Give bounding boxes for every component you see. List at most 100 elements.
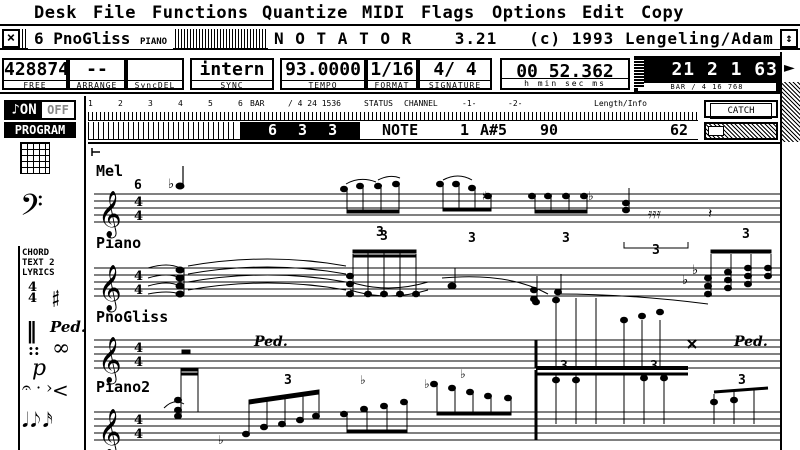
svg-text:♭: ♭ [360, 373, 366, 387]
menu-flags[interactable]: Flags [421, 3, 475, 23]
sync-box[interactable]: intern SYNC [190, 58, 274, 90]
info-bar: 428874 FREE -- ARRANGE SyncDEL intern SY… [0, 52, 800, 94]
signature-label: SIGNATURE [420, 80, 490, 88]
pedal-mark-icon[interactable]: Ped. [50, 318, 86, 336]
menu-file[interactable]: File [93, 3, 136, 23]
fuller-box-icon[interactable]: ↕ [780, 29, 798, 48]
svg-text:4: 4 [134, 269, 143, 284]
tempo-box[interactable]: 93.0000 TEMPO [280, 58, 366, 90]
infinity-icon[interactable]: ∞ [52, 336, 70, 361]
program-on-label[interactable]: ♪ON [6, 102, 42, 118]
menu-options[interactable]: Options [492, 3, 567, 23]
svg-text:♭: ♭ [424, 377, 430, 391]
signature-box[interactable]: 4/ 4 SIGNATURE [418, 58, 492, 90]
menu-bar: Desk File Functions Quantize MIDI Flags … [0, 0, 800, 26]
bass-clef-icon[interactable]: 𝄢 [20, 192, 43, 228]
event-velocity[interactable]: 90 [540, 122, 558, 139]
header-bar-label: BAR [250, 99, 265, 108]
free-memory-box: 428874 FREE [2, 58, 68, 90]
pnogliss-notes[interactable]: Ped. Ped. [181, 296, 768, 370]
sync-label: SYNC [192, 80, 272, 88]
event-pitch[interactable]: A#5 [480, 122, 507, 139]
staff-label-mel[interactable]: Mel [96, 162, 123, 180]
svg-text:♭: ♭ [168, 177, 174, 192]
cut-time-icon[interactable]: 𝄰 [52, 286, 59, 307]
song-start-marker [91, 148, 100, 156]
scroll-right-arrow-icon[interactable]: ► [784, 60, 795, 76]
bar-number-6: 6 [134, 178, 142, 193]
time-signature-icon[interactable]: 44 [28, 281, 37, 305]
piano2-beamed-group-3[interactable]: ♭ ♭ ♭ [340, 367, 466, 434]
arrange-box[interactable]: -- ARRANGE [68, 58, 126, 90]
menu-quantize[interactable]: Quantize [262, 3, 348, 23]
svg-text:3: 3 [562, 231, 570, 246]
header-bar-2: 2 [118, 99, 123, 108]
svg-text:3: 3 [284, 373, 292, 388]
piano2-notes[interactable]: ♭ ♭ ♭ ♭ [163, 367, 769, 447]
program-off-label[interactable]: OFF [42, 102, 74, 118]
bar-ruler[interactable] [88, 112, 698, 120]
svg-text:𝄽: 𝄽 [708, 206, 712, 222]
menu-edit[interactable]: Edit [582, 3, 625, 23]
treble-clef-icon: 𝄞 [98, 409, 122, 450]
palette-divider [18, 246, 20, 450]
format-value: 1/16 [370, 59, 414, 80]
score-scroll-column[interactable] [780, 142, 800, 450]
track-title: 6 PnoGliss PIANO [28, 28, 174, 49]
crescendo-hairpin-icon[interactable]: < [52, 378, 69, 402]
event-list-header: 1 2 3 4 5 6 BAR / 4 24 1536 STATUS CHANN… [88, 98, 698, 110]
catch-indicator[interactable] [704, 122, 778, 140]
event-status[interactable]: NOTE [382, 122, 418, 139]
event-channel[interactable]: 1 [460, 122, 469, 139]
program-on-off-toggle[interactable]: ♪ON OFF [4, 100, 76, 120]
time-position-box[interactable]: 00 52.362 h min sec ms [500, 58, 630, 90]
scrollbar-track[interactable] [782, 82, 800, 148]
status-row-pattern [88, 122, 238, 139]
svg-text:4: 4 [134, 427, 143, 442]
pedal-mark: Ped. [253, 334, 288, 350]
note-values-icon[interactable]: 𝅘𝅥𝅘𝅥𝅮𝅘𝅥𝅯 [22, 408, 55, 432]
palette-text-line-3: LYRICS [22, 268, 55, 278]
catch-button[interactable]: CATCH [704, 100, 778, 119]
menu-midi[interactable]: MIDI [362, 3, 405, 23]
event-position[interactable]: 6 3 3 1 [240, 122, 360, 156]
piano2-descending-group[interactable] [430, 380, 512, 416]
catch-label: CATCH [710, 103, 772, 119]
free-memory-label: FREE [4, 80, 66, 88]
symbol-palette: ♪ON OFF PROGRAM 𝄢 CHORD TEXT 2 LYRICS 44… [0, 96, 86, 450]
svg-text:4: 4 [134, 195, 143, 210]
staff-lines-mel [94, 193, 780, 223]
menu-copy[interactable]: Copy [641, 3, 684, 23]
format-box[interactable]: 1/16 FORMAT [366, 58, 418, 90]
tempo-label: TEMPO [282, 80, 364, 88]
header-bar-3: 3 [148, 99, 153, 108]
piano2-beamed-group-1[interactable] [163, 367, 199, 420]
menu-desk[interactable]: Desk [34, 3, 77, 23]
svg-text:4: 4 [134, 341, 143, 356]
track-instrument-name: PnoGliss [53, 29, 131, 48]
signature-value: 4/ 4 [433, 59, 477, 80]
window-title-bar[interactable]: × 6 PnoGliss PIANO N O T A T O R 3.21 (c… [0, 28, 800, 50]
fermata-icon[interactable]: 𝄐 · › [22, 378, 53, 398]
grid-tool-icon[interactable] [20, 142, 50, 174]
staff-lines-piano2 [94, 411, 780, 441]
close-box-icon[interactable]: × [2, 29, 20, 48]
event-status-row[interactable]: 6 3 3 1 NOTE 1 A#5 90 62 [88, 120, 698, 156]
piano2-right-group[interactable] [534, 370, 769, 440]
position-drag-handle[interactable] [634, 58, 644, 88]
menu-functions[interactable]: Functions [152, 3, 249, 23]
score-view[interactable]: Mel 6 Piano PnoGliss Piano2 𝄞 𝄞 𝄞 𝄞 44 4… [88, 144, 780, 450]
syncdel-box[interactable]: SyncDEL [126, 58, 184, 90]
vertical-scrollbar[interactable]: ► [780, 52, 800, 148]
pnogliss-glissando[interactable] [532, 296, 689, 370]
bar-position-box[interactable]: 21 2 1 63 BAR / 4 16 768 [634, 56, 780, 92]
piano-beamed-group[interactable] [346, 249, 429, 298]
svg-text:4: 4 [134, 355, 143, 370]
staff-lines-pnogliss [94, 339, 780, 369]
chord-text-lyrics-tool[interactable]: CHORD TEXT 2 LYRICS [22, 248, 82, 278]
event-length[interactable]: 62 [670, 122, 688, 139]
svg-text:♭: ♭ [692, 263, 698, 278]
track-number: 6 [34, 29, 44, 48]
program-button[interactable]: PROGRAM [4, 122, 76, 138]
mel-tuplets: 3 3 3 3 [380, 229, 689, 258]
